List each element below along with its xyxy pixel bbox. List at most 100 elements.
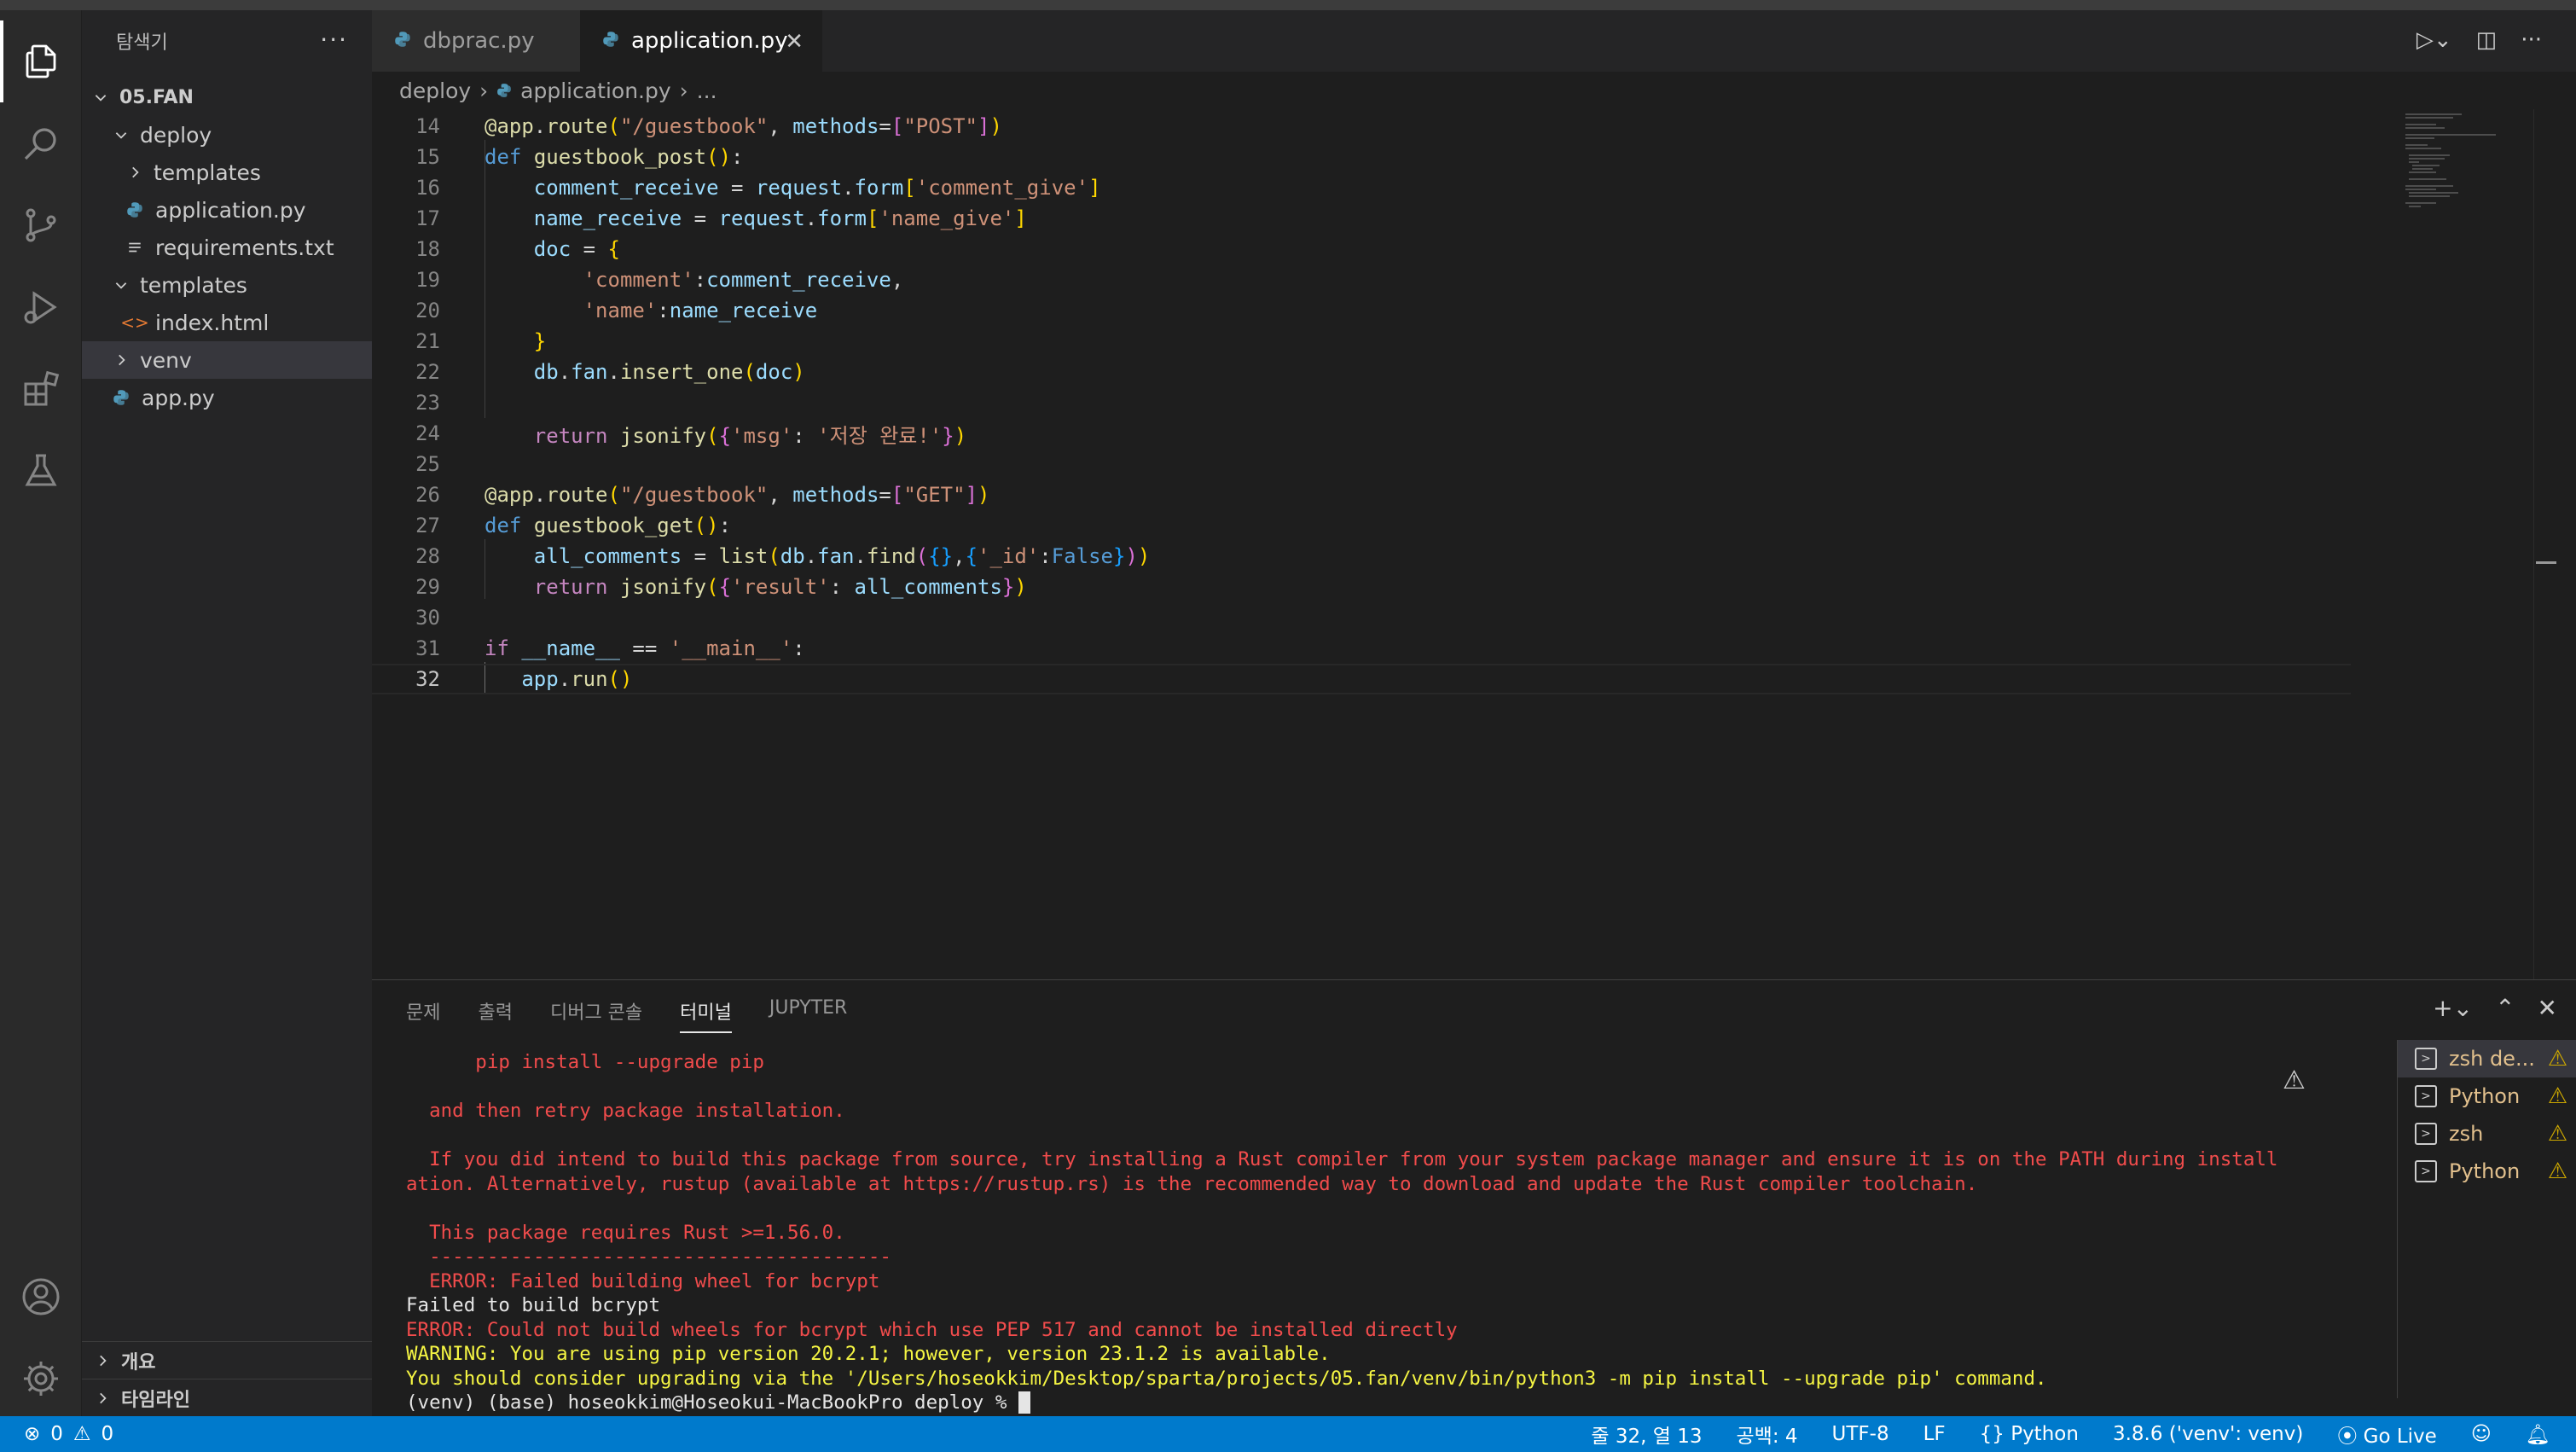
account-icon[interactable]: [0, 1256, 82, 1338]
tree-item-label: deploy: [140, 122, 212, 148]
maximize-panel-icon[interactable]: ⌃: [2495, 994, 2515, 1022]
end-of-line[interactable]: LF: [1923, 1423, 1946, 1445]
terminal-instance[interactable]: > zsh de... ⚠: [2398, 1040, 2576, 1077]
terminal-list: > zsh de... ⚠ > Python ⚠ > zsh ⚠ > Python ⚠: [2397, 1040, 2576, 1398]
code-line[interactable]: 17 name_receive = request.form['name_giv…: [372, 203, 2351, 234]
code-line[interactable]: 26 @app.route("/guestbook", methods=["GET…: [372, 479, 2351, 510]
code-line[interactable]: 23: [372, 387, 2351, 418]
line-number: 14: [415, 114, 440, 138]
code-text: name_receive = request.form['name_give']: [533, 206, 1027, 230]
terminal-instance[interactable]: > Python ⚠: [2398, 1153, 2576, 1190]
tab-debug-console[interactable]: 디버그 콘솔: [550, 997, 642, 1033]
code-line[interactable]: 30: [372, 602, 2351, 633]
cursor-position[interactable]: 줄 32, 열 13: [1591, 1420, 1702, 1449]
code-line[interactable]: 27 def guestbook_get():: [372, 510, 2351, 541]
warning-icon: ⚠: [2547, 1083, 2567, 1109]
go-live-button[interactable]: ⦿ Go Live: [2337, 1420, 2436, 1449]
split-editor-icon[interactable]: ◫: [2476, 27, 2498, 53]
code-line[interactable]: 28 all_comments = list(db.fan.find({},{'…: [372, 541, 2351, 572]
breadcrumb-folder[interactable]: deploy: [399, 78, 471, 103]
tree-item-application-py[interactable]: application.py: [82, 191, 372, 229]
line-number: 23: [415, 391, 440, 415]
line-number: 16: [415, 176, 440, 200]
extensions-icon[interactable]: [0, 348, 82, 430]
more-actions-icon[interactable]: ···: [320, 26, 348, 54]
chevron-right-icon: [125, 162, 145, 183]
language-mode[interactable]: {} Python: [1980, 1423, 2079, 1445]
source-control-icon[interactable]: [0, 184, 82, 266]
code-line[interactable]: 14 @app.route("/guestbook", methods=["POS…: [372, 111, 2351, 142]
outline-section[interactable]: 개요: [82, 1341, 372, 1379]
code-line[interactable]: 21 }: [372, 326, 2351, 357]
encoding[interactable]: UTF-8: [1832, 1423, 1889, 1445]
python-file-icon: [496, 78, 512, 103]
code-line[interactable]: 32 app.run(): [372, 664, 2351, 694]
tree-item-label: venv: [140, 347, 192, 373]
warning-icon[interactable]: ⚠: [2283, 1066, 2306, 1095]
tree-item-venv[interactable]: venv: [82, 341, 372, 379]
tree-item-label: templates: [140, 272, 247, 298]
code-line[interactable]: 18 doc = {: [372, 234, 2351, 264]
activity-bar: [0, 10, 82, 1416]
window-top-strip: [0, 0, 2576, 10]
tree-item-templates[interactable]: templates: [82, 154, 372, 191]
run-debug-icon[interactable]: [0, 266, 82, 348]
timeline-section[interactable]: 타임라인: [82, 1379, 372, 1416]
code-text: def guestbook_get():: [484, 514, 732, 537]
code-line[interactable]: 31 if __name__ == '__main__':: [372, 633, 2351, 664]
file-tree: 05.FAN deploy templates application.py r…: [82, 78, 372, 416]
terminal-instance[interactable]: > Python ⚠: [2398, 1077, 2576, 1115]
code-line[interactable]: 15 def guestbook_post():: [372, 142, 2351, 172]
code-text: return jsonify({'msg': '저장 완료!'}): [533, 423, 967, 448]
tab-dbprac-py[interactable]: dbprac.py: [372, 10, 580, 72]
line-number: 15: [415, 145, 440, 169]
panel-actions: +⌄ ⌃ ✕: [2433, 994, 2557, 1022]
python-interpreter[interactable]: 3.8.6 ('venv': venv): [2113, 1423, 2303, 1445]
testing-icon[interactable]: [0, 430, 82, 512]
chevron-right-icon: ›: [479, 78, 489, 103]
line-number: 31: [415, 636, 440, 660]
breadcrumb-symbol[interactable]: ...: [697, 78, 717, 103]
indentation[interactable]: 공백: 4: [1737, 1420, 1798, 1449]
tree-item-app-py[interactable]: app.py: [82, 379, 372, 416]
more-actions-icon[interactable]: ···: [2521, 27, 2542, 53]
tab-problems[interactable]: 문제: [406, 997, 440, 1033]
run-python-file-icon[interactable]: ▷⌄: [2416, 27, 2452, 53]
code-line[interactable]: 22 db.fan.insert_one(doc): [372, 357, 2351, 387]
terminal-output[interactable]: pip install --upgrade pip and then retry…: [406, 1050, 2402, 1414]
tab-output[interactable]: 출력: [478, 997, 512, 1033]
tree-item-deploy[interactable]: deploy: [82, 116, 372, 154]
tree-item-templates-root[interactable]: templates: [82, 266, 372, 304]
search-icon[interactable]: [0, 102, 82, 184]
notifications-bell-icon[interactable]: 🔔︎: [2526, 1423, 2550, 1446]
problems-status[interactable]: ⊗ 0 ⚠ 0: [24, 1416, 113, 1452]
python-file-icon: [602, 28, 619, 54]
tree-item-index-html[interactable]: <> index.html: [82, 304, 372, 341]
terminal-instance[interactable]: > zsh ⚠: [2398, 1115, 2576, 1153]
code-line[interactable]: 24 return jsonify({'msg': '저장 완료!'}): [372, 418, 2351, 449]
tree-root[interactable]: 05.FAN: [82, 78, 372, 116]
code-line[interactable]: 19 'comment':comment_receive,: [372, 264, 2351, 295]
close-panel-icon[interactable]: ✕: [2538, 994, 2557, 1022]
feedback-icon[interactable]: ☺: [2471, 1423, 2492, 1445]
line-number: 18: [415, 237, 440, 261]
code-line[interactable]: 29 return jsonify({'result': all_comment…: [372, 572, 2351, 602]
tab-terminal[interactable]: 터미널: [680, 997, 732, 1033]
explorer-icon[interactable]: [0, 20, 82, 102]
tab-jupyter[interactable]: JUPYTER: [769, 997, 847, 1033]
tab-application-py[interactable]: application.py ✕: [580, 10, 822, 72]
minimap[interactable]: [2402, 109, 2504, 229]
tree-item-requirements-txt[interactable]: requirements.txt: [82, 229, 372, 266]
settings-gear-icon[interactable]: [0, 1338, 82, 1420]
breadcrumb-file[interactable]: application.py: [520, 78, 671, 103]
new-terminal-icon[interactable]: +⌄: [2433, 994, 2473, 1022]
code-line[interactable]: 20 'name':name_receive: [372, 295, 2351, 326]
code-line[interactable]: 25: [372, 449, 2351, 479]
code-line[interactable]: 16 comment_receive = request.form['comme…: [372, 172, 2351, 203]
tree-item-label: index.html: [155, 310, 270, 335]
code-editor[interactable]: 14 @app.route("/guestbook", methods=["POS…: [372, 109, 2556, 979]
python-file-icon: [111, 387, 131, 408]
editor-scrollbar[interactable]: [2533, 109, 2556, 979]
close-tab-icon[interactable]: ✕: [785, 29, 804, 55]
explorer-sidebar: 탐색기 ··· 05.FAN deploy templates applicat…: [82, 10, 372, 1416]
